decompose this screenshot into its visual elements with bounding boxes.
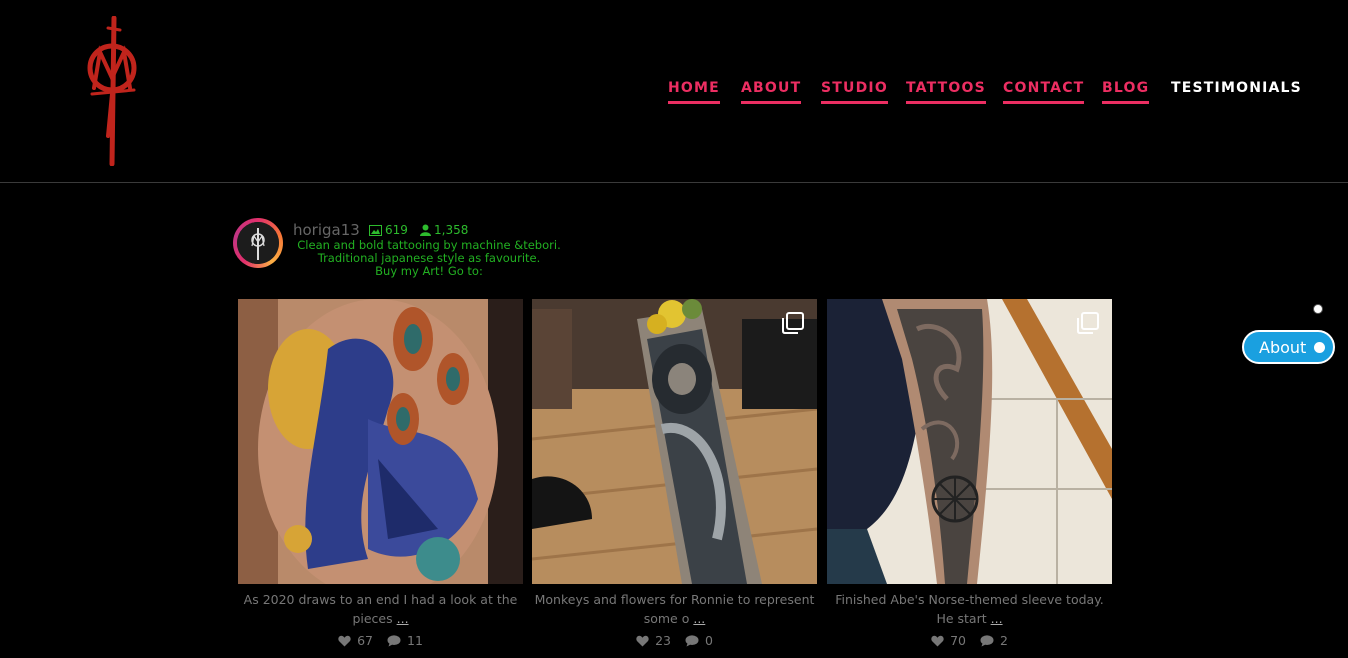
post-stats: 23 0 (532, 633, 817, 648)
instagram-profile-header: horiga13 619 1,358 Clean and bold tattoo… (233, 218, 613, 282)
posts-count: 619 (369, 223, 408, 237)
widget-indicator-dot[interactable] (1313, 304, 1323, 314)
caption-more-link[interactable]: ... (693, 611, 705, 626)
about-widget-label: About (1259, 338, 1307, 357)
likes-count: 23 (655, 633, 671, 648)
likes: 67 (338, 633, 373, 648)
post-caption: Monkeys and flowers for Ronnie to repres… (532, 590, 817, 628)
caption-text: He start (936, 611, 987, 626)
nav-about[interactable]: ABOUT (741, 80, 802, 104)
post-stats: 70 2 (827, 633, 1112, 648)
carousel-icon (1077, 312, 1099, 334)
nav-studio[interactable]: STUDIO (821, 80, 888, 104)
studio-logo[interactable] (78, 16, 144, 166)
heart-icon (931, 635, 944, 646)
site-header: HOME ABOUT STUDIO TATTOOS CONTACT BLOG T… (0, 0, 1348, 183)
comments: 0 (685, 633, 713, 648)
comments-count: 0 (704, 633, 713, 648)
comment-icon (387, 634, 401, 646)
comment-icon (685, 634, 699, 646)
caption-text: some o (643, 611, 690, 626)
post-image[interactable] (827, 299, 1112, 584)
image-icon (369, 224, 382, 236)
avatar[interactable] (233, 218, 283, 268)
post-image[interactable] (238, 299, 523, 584)
comments: 11 (387, 633, 423, 648)
likes-count: 67 (357, 633, 373, 648)
comments-count: 11 (407, 633, 423, 648)
post-image[interactable] (532, 299, 817, 584)
avatar-logo-icon (237, 222, 279, 264)
toggle-dot-icon (1314, 342, 1325, 353)
comments: 2 (980, 633, 1008, 648)
caption-text: Finished Abe's Norse-themed sleeve today… (835, 592, 1104, 607)
nav-contact[interactable]: CONTACT (1003, 80, 1085, 104)
caption-more-link[interactable]: ... (991, 611, 1003, 626)
heart-icon (338, 635, 351, 646)
post-caption: Finished Abe's Norse-themed sleeve today… (827, 590, 1112, 628)
post-caption: As 2020 draws to an end I had a look at … (238, 590, 523, 628)
caption-text: Monkeys and flowers for Ronnie to repres… (534, 592, 815, 607)
monkey-tattoo-image (532, 299, 817, 584)
likes: 23 (636, 633, 671, 648)
followers-count-value: 1,358 (434, 223, 469, 237)
profile-bio: Clean and bold tattooing by machine &teb… (293, 239, 565, 278)
likes-count: 70 (950, 633, 966, 648)
nav-home[interactable]: HOME (668, 80, 720, 104)
nav-testimonials[interactable]: TESTIMONIALS (1171, 80, 1302, 104)
heart-icon (636, 635, 649, 646)
nav-blog[interactable]: BLOG (1102, 80, 1150, 104)
peacock-tattoo-image (238, 299, 523, 584)
carousel-icon (782, 312, 804, 334)
followers-count: 1,358 (420, 223, 468, 237)
comments-count: 2 (999, 633, 1008, 648)
about-widget-button[interactable]: About (1242, 330, 1335, 364)
caption-more-link[interactable]: ... (397, 611, 409, 626)
caption-text: As 2020 draws to an end I had a look at … (243, 592, 518, 607)
nav-tattoos[interactable]: TATTOOS (906, 80, 986, 104)
profile-username[interactable]: horiga13 (293, 221, 360, 239)
caption-text: pieces (352, 611, 393, 626)
posts-count-value: 619 (385, 223, 408, 237)
comment-icon (980, 634, 994, 646)
norse-sleeve-image (827, 299, 1112, 584)
likes: 70 (931, 633, 966, 648)
post-stats: 67 11 (238, 633, 523, 648)
bio-line: Buy my Art! Go to: (375, 264, 483, 278)
user-icon (420, 224, 431, 236)
